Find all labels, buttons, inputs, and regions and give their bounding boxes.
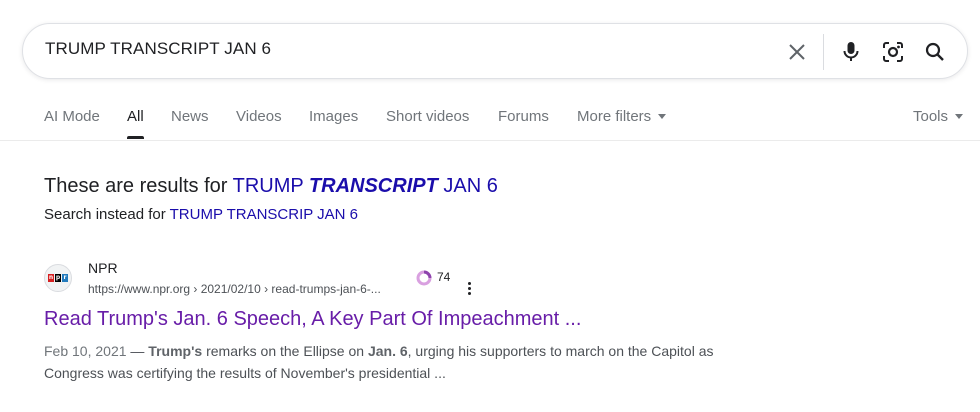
corrected-part2: JAN 6 <box>437 175 498 197</box>
mic-icon[interactable] <box>837 38 865 66</box>
tab-videos[interactable]: Videos <box>236 108 282 125</box>
corrected-word: TRANSCRIPT <box>308 175 438 197</box>
result-date: Feb 10, 2021 <box>44 343 127 359</box>
more-filters-label: More filters <box>577 108 652 125</box>
tab-short-videos[interactable]: Short videos <box>386 108 469 125</box>
tab-all[interactable]: All <box>127 108 144 125</box>
snippet-text-1: remarks on the Ellipse on <box>202 343 368 359</box>
search-input[interactable]: TRUMP TRANSCRIPT JAN 6 <box>45 39 271 59</box>
close-icon[interactable] <box>783 38 811 66</box>
snippet-dash: — <box>126 343 149 359</box>
corrected-query-link[interactable]: TRUMP TRANSCRIPT JAN 6 <box>233 175 498 197</box>
npr-favicon[interactable]: n p r <box>44 264 72 292</box>
search-tabs: AI Mode All News Videos Images Short vid… <box>0 98 980 141</box>
search-divider <box>823 34 824 70</box>
instead-prefix: Search instead for <box>44 206 170 223</box>
caret-down-icon <box>955 113 964 119</box>
result-title-link[interactable]: Read Trump's Jan. 6 Speech, A Key Part O… <box>44 308 581 331</box>
result-snippet: Feb 10, 2021 — Trump's remarks on the El… <box>44 340 774 384</box>
camera-lens-icon[interactable] <box>879 38 907 66</box>
corrected-part1: TRUMP <box>232 175 309 197</box>
snippet-bold-2: Jan. 6 <box>367 343 408 359</box>
tools-label: Tools <box>913 108 949 125</box>
search-icon[interactable] <box>921 38 949 66</box>
more-filters-dropdown[interactable]: More filters <box>577 108 667 125</box>
tab-images[interactable]: Images <box>309 108 358 125</box>
npr-logo-letter-p: p <box>55 274 61 282</box>
npr-logo-letter-r: r <box>62 274 68 282</box>
active-tab-indicator <box>127 136 144 139</box>
tab-news[interactable]: News <box>171 108 209 125</box>
search-instead: Search instead for TRUMP TRANSCRIP JAN 6 <box>44 206 358 223</box>
npr-logo-icon: n p r <box>48 274 68 282</box>
spelling-correction: These are results for TRUMP TRANSCRIPT J… <box>44 175 498 198</box>
snippet-bold-1: Trump's <box>148 343 203 359</box>
npr-logo-letter-n: n <box>48 274 54 282</box>
result-site-name[interactable]: NPR <box>88 260 118 276</box>
ring-badge-icon[interactable] <box>416 270 432 286</box>
original-query-link[interactable]: TRUMP TRANSCRIP JAN 6 <box>170 206 358 223</box>
caret-down-icon <box>658 113 667 119</box>
ring-count: 74 <box>437 270 451 284</box>
search-box[interactable]: TRUMP TRANSCRIPT JAN 6 <box>22 23 968 79</box>
more-options-icon[interactable] <box>465 282 473 298</box>
tab-forums[interactable]: Forums <box>498 108 549 125</box>
tools-dropdown[interactable]: Tools <box>913 108 964 125</box>
tab-ai-mode[interactable]: AI Mode <box>44 108 100 125</box>
result-url[interactable]: https://www.npr.org › 2021/02/10 › read-… <box>88 282 381 296</box>
correction-prefix: These are results for <box>44 175 233 197</box>
